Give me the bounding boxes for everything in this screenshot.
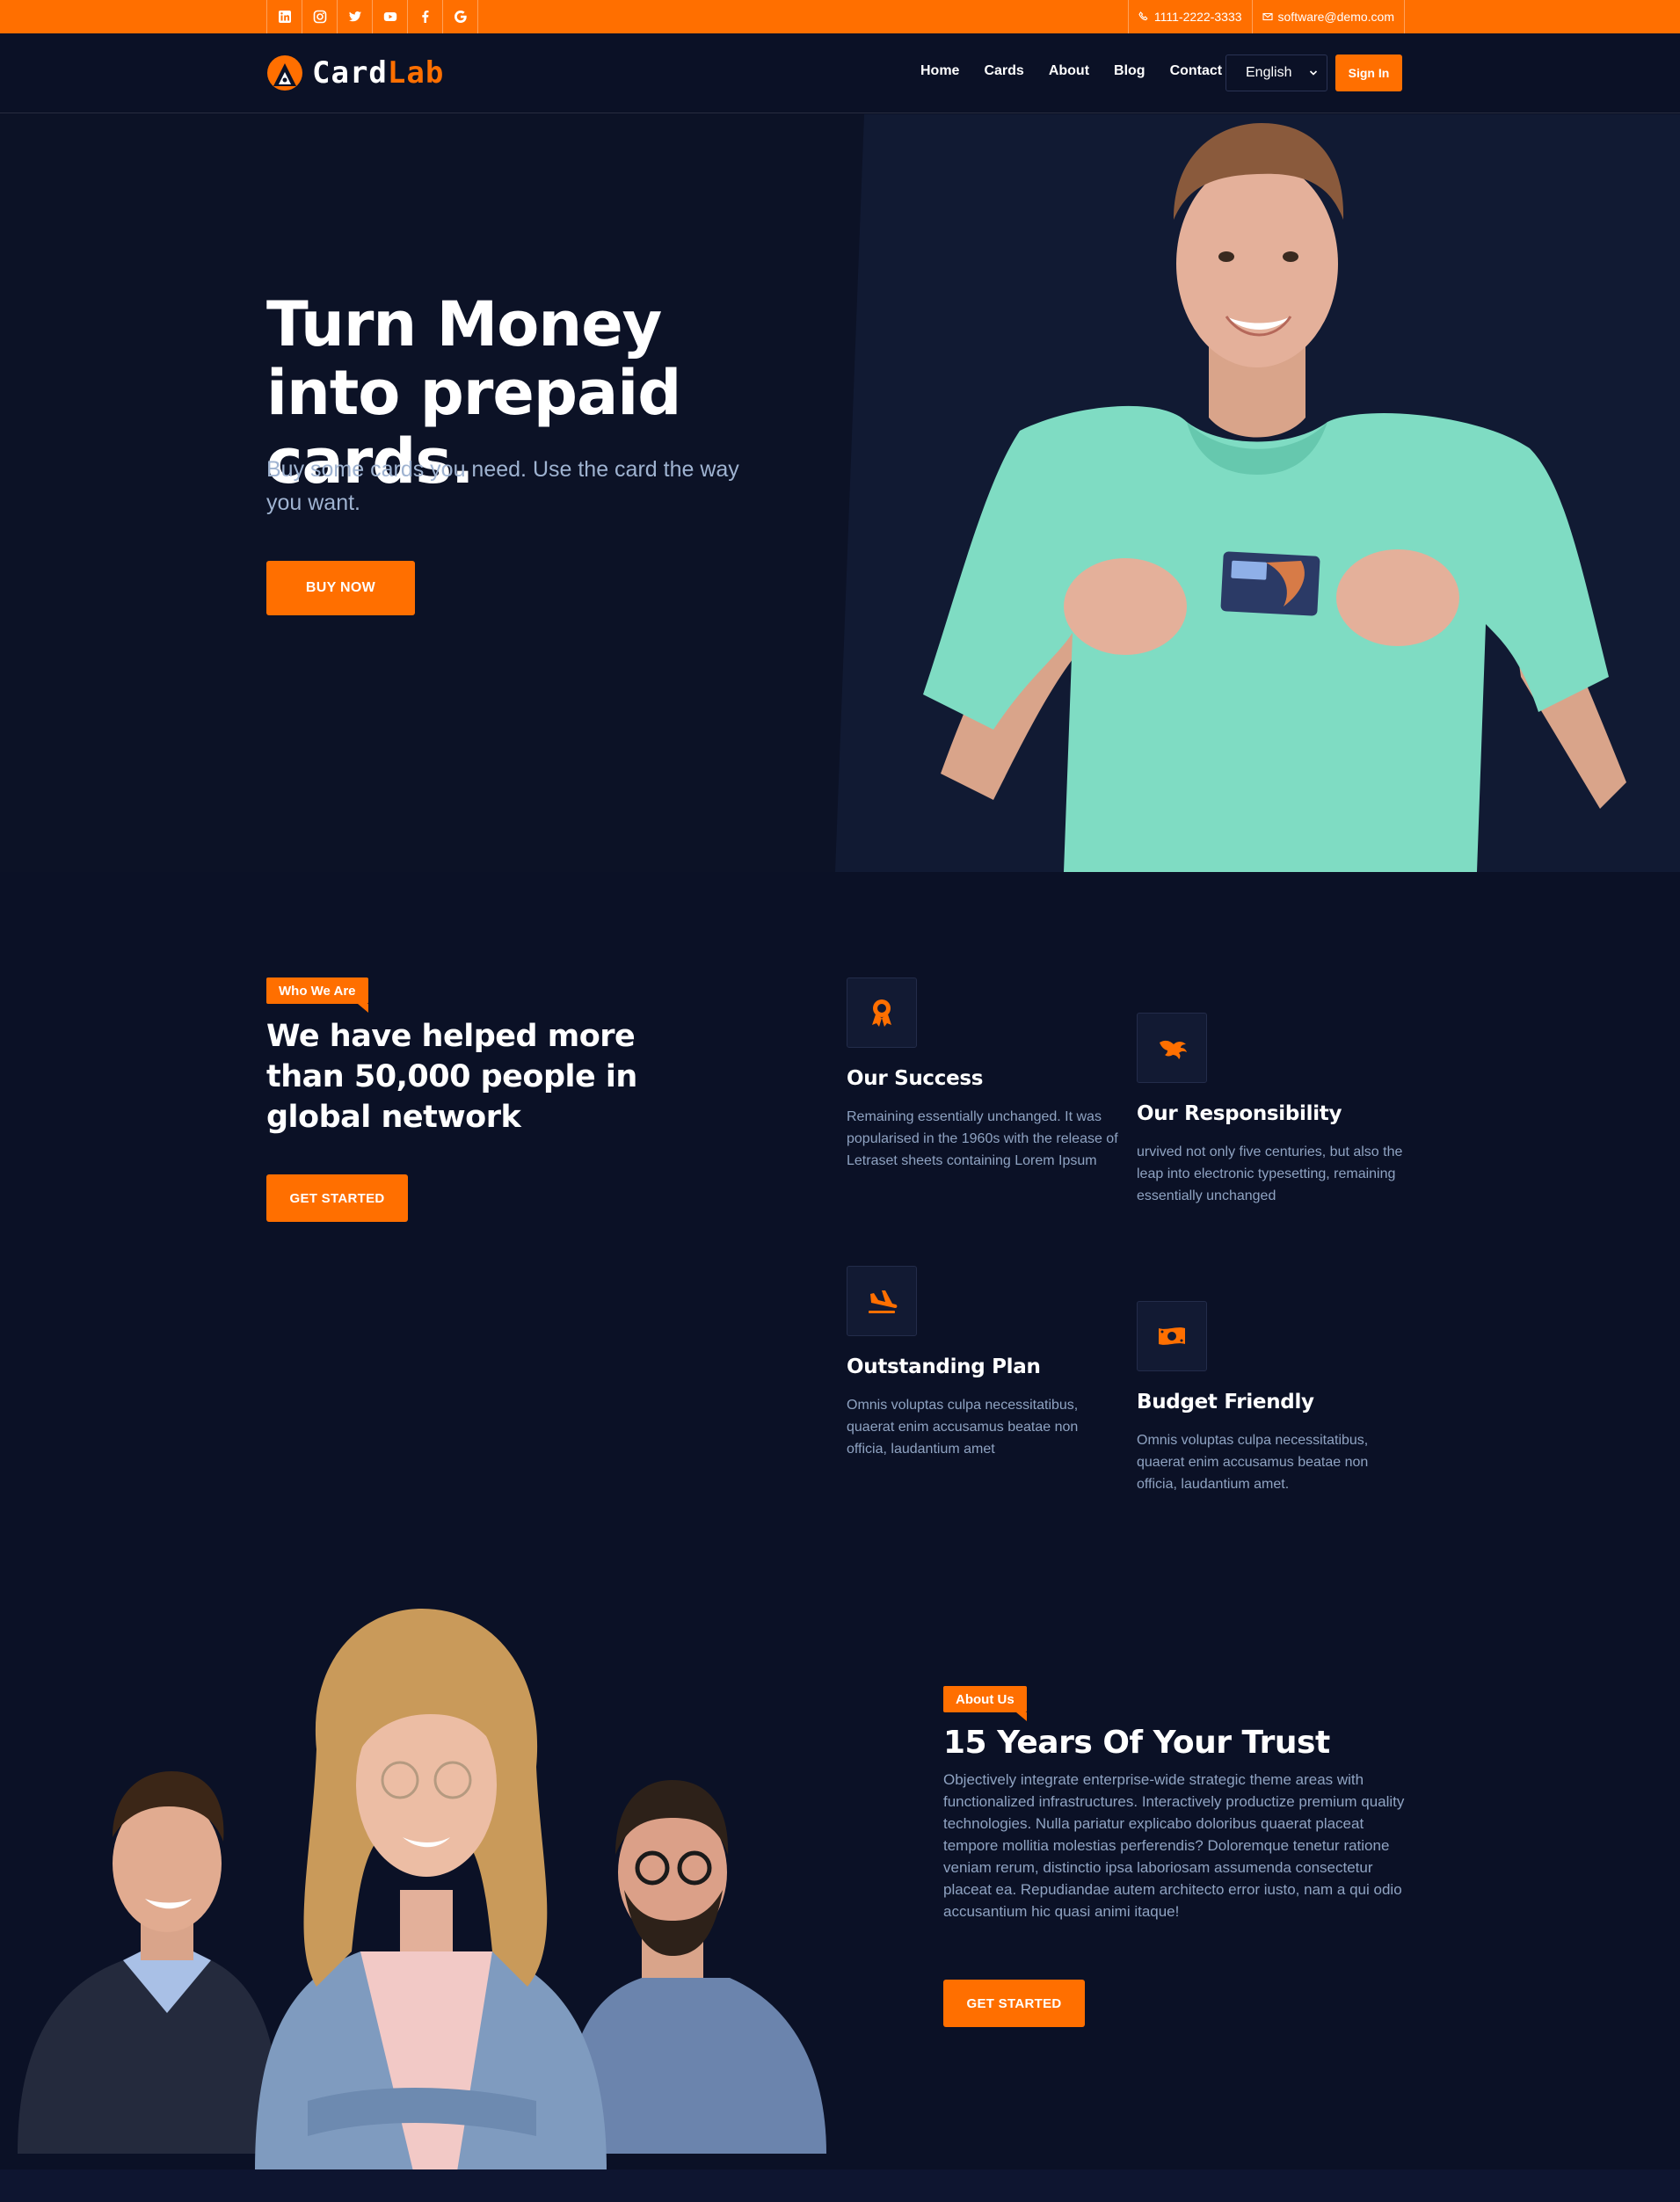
logo-text-card: Card xyxy=(312,55,388,91)
who-we-are-tag: Who We Are xyxy=(266,977,368,1013)
email-address: software@demo.com xyxy=(1277,10,1394,24)
team-photo xyxy=(18,1609,826,2171)
about-us-tag: About Us xyxy=(943,1686,1027,1721)
feature-icon-box xyxy=(1137,1301,1207,1371)
about-title: 15 Years Of Your Trust xyxy=(943,1725,1330,1761)
feature-text: Omnis voluptas culpa necessitatibus, qua… xyxy=(1137,1433,1369,1492)
feature-text: Remaining essentially unchanged. It was … xyxy=(847,1109,1118,1168)
social-links xyxy=(266,0,478,33)
feature-icon-box xyxy=(847,1266,917,1336)
logo-icon xyxy=(267,55,302,91)
phone-number: 1111-2222-3333 xyxy=(1153,10,1242,24)
google-icon[interactable] xyxy=(443,0,478,33)
youtube-icon[interactable] xyxy=(373,0,408,33)
feature-outstanding-plan: Outstanding Plan Omnis voluptas culpa ne… xyxy=(847,1266,1119,1460)
phone-item[interactable]: 1111-2222-3333 xyxy=(1129,0,1253,33)
language-select[interactable]: English xyxy=(1225,55,1327,91)
buy-now-button[interactable]: BUY NOW xyxy=(266,561,415,615)
money-bill-icon xyxy=(1159,1327,1185,1345)
email-item[interactable]: software@demo.com xyxy=(1253,0,1405,33)
feature-text: Omnis voluptas culpa necessitatibus, qua… xyxy=(847,1398,1079,1457)
feature-icon-box xyxy=(1137,1013,1207,1083)
feature-text: urvived not only five centuries, but als… xyxy=(1137,1145,1403,1203)
feature-title: Budget Friendly xyxy=(1137,1391,1314,1413)
hero-person-image xyxy=(923,123,1626,872)
nav-home[interactable]: Home xyxy=(920,63,959,79)
facebook-icon[interactable] xyxy=(408,0,443,33)
about-get-started-button[interactable]: GET STARTED xyxy=(943,1980,1085,2027)
contact-info: 1111-2222-3333 software@demo.com xyxy=(1127,0,1405,33)
hero-section: Turn Money into prepaid cards. Buy some … xyxy=(0,114,1680,872)
nav-blog[interactable]: Blog xyxy=(1114,63,1145,79)
linkedin-icon[interactable] xyxy=(267,0,302,33)
phone-icon xyxy=(1138,11,1148,21)
feature-title: Outstanding Plan xyxy=(847,1355,1041,1378)
nav-contact[interactable]: Contact xyxy=(1170,63,1223,79)
instagram-icon[interactable] xyxy=(302,0,338,33)
who-get-started-button[interactable]: GET STARTED xyxy=(266,1174,408,1222)
award-icon xyxy=(872,999,891,1027)
top-bar: 1111-2222-3333 software@demo.com xyxy=(0,0,1680,33)
about-text: Objectively integrate enterprise-wide st… xyxy=(943,1771,1405,1920)
envelope-icon xyxy=(1262,12,1273,21)
nav-about[interactable]: About xyxy=(1049,63,1089,79)
feature-title: Our Responsibility xyxy=(1137,1102,1342,1125)
phoenix-icon xyxy=(1160,1040,1187,1059)
main-nav: Home Cards About Blog Contact xyxy=(920,63,1247,79)
logo[interactable]: CardLab xyxy=(266,55,444,91)
feature-our-success: Our Success Remaining essentially unchan… xyxy=(847,977,1119,1172)
nav-cards[interactable]: Cards xyxy=(984,63,1023,79)
feature-icon-box xyxy=(847,977,917,1048)
language-value: English xyxy=(1246,65,1292,80)
feature-budget-friendly: Budget Friendly Omnis voluptas culpa nec… xyxy=(1137,1301,1409,1495)
footer-strip xyxy=(0,2169,1680,2202)
logo-text-lab: Lab xyxy=(387,55,445,91)
chevron-down-icon xyxy=(1309,70,1318,76)
twitter-icon[interactable] xyxy=(338,0,373,33)
logo-text: CardLab xyxy=(312,55,444,91)
hero-subtitle: Buy some cards you need. Use the card th… xyxy=(266,457,739,515)
plane-landing-icon xyxy=(869,1290,898,1313)
sign-in-button[interactable]: Sign In xyxy=(1335,55,1402,91)
feature-title: Our Success xyxy=(847,1067,984,1090)
main-header: CardLab Home Cards About Blog Contact En… xyxy=(0,33,1680,113)
feature-our-responsibility: Our Responsibility urvived not only five… xyxy=(1137,1013,1409,1207)
who-we-are-title: We have helped more than 50,000 people i… xyxy=(266,1019,637,1135)
